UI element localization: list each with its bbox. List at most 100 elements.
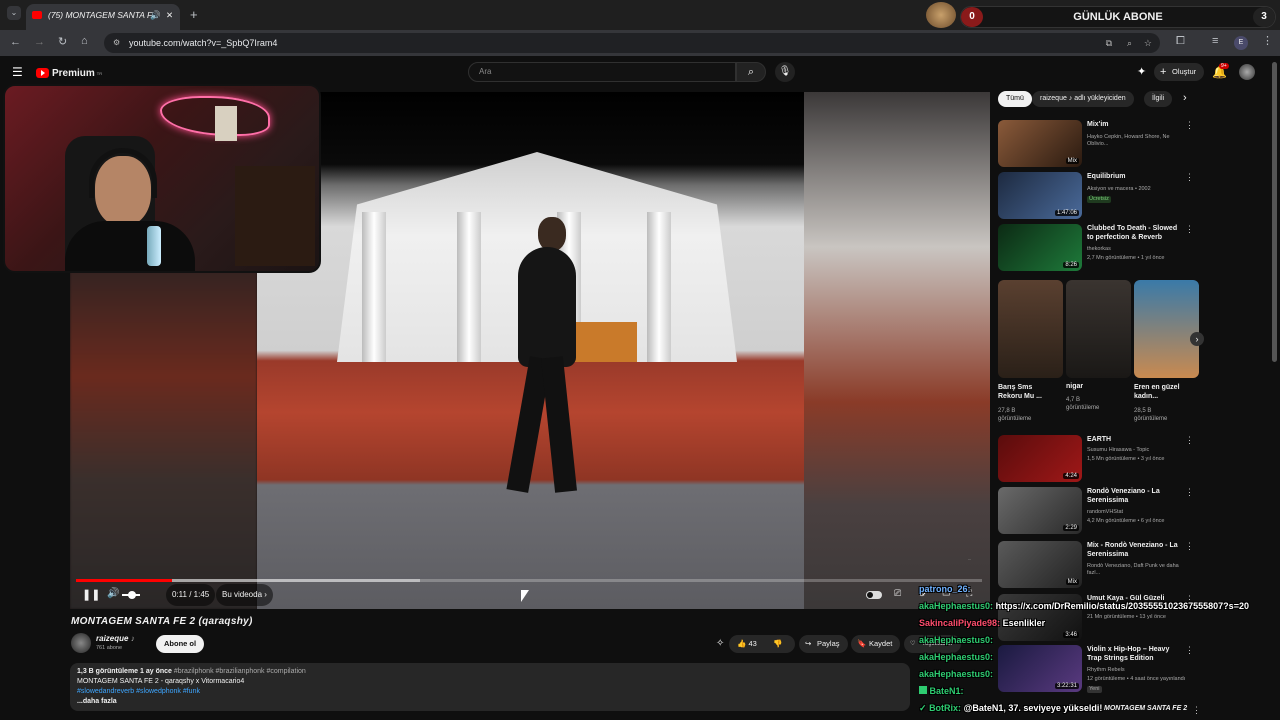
recommendation-item[interactable]: 4:24 EARTH Susumu Hirasawa - Topic 1,5 M… (998, 435, 1194, 483)
save-button[interactable]: 🔖 Kaydet (851, 635, 901, 653)
video-title: Mix - Rondò Veneziano - La Serenissima (1087, 542, 1178, 558)
video-meta: 1,5 Mn görüntüleme • 3 yıl önce (1087, 456, 1165, 462)
duration-badge: 8:26 (1063, 262, 1079, 268)
create-button[interactable]: + Oluştur (1154, 63, 1205, 81)
forward-icon[interactable]: → (34, 37, 45, 48)
autoplay-toggle[interactable] (866, 591, 882, 599)
more-options-icon[interactable]: ⋮ (1185, 224, 1194, 235)
desc-text: MONTAGEM SANTA FE 2 - qaraqshy x Vitorma… (77, 678, 245, 685)
reading-list-icon[interactable]: ≡ (1212, 36, 1218, 47)
more-options-icon[interactable]: ⋮ (1185, 120, 1194, 131)
video-title: Rondò Veneziano - La Serenissima (1087, 488, 1160, 504)
zoom-icon[interactable]: ⌕ (1127, 33, 1132, 53)
webcam-overlay (3, 84, 321, 273)
new-tab-icon[interactable]: + (190, 8, 198, 21)
chip-all[interactable]: Tümü (998, 91, 1032, 107)
back-icon[interactable]: ← (10, 37, 21, 48)
search-button[interactable]: ⌕ (736, 62, 766, 82)
ai-sparkle-icon[interactable]: ✧ (716, 638, 724, 649)
recommendation-item[interactable]: 2:29 Rondò Veneziano - La Serenissima ra… (998, 487, 1194, 535)
shelf (235, 166, 315, 266)
voice-search-button[interactable]: 🎙 (775, 62, 795, 82)
extensions-icon[interactable]: ⧠ (1176, 36, 1185, 47)
more-options-icon[interactable]: ⋮ (1185, 172, 1194, 183)
short-thumbnail[interactable] (1066, 280, 1131, 378)
channel-name[interactable]: raizeque ♪ (96, 634, 135, 643)
reload-icon[interactable]: ↻ (58, 37, 67, 48)
browser-tab[interactable]: (75) MONTAGEM SANTA F 🔊 ✕ (26, 4, 180, 30)
more-options-icon[interactable]: ⋮ (1185, 487, 1194, 498)
recommendation-item[interactable]: 3:22:31 Violin x Hip-Hop – Heavy Trap St… (998, 645, 1194, 693)
video-thumbnail[interactable]: 2:29 (998, 487, 1082, 534)
video-thumbnail[interactable]: Mix (998, 120, 1082, 167)
bookmark-star-icon[interactable]: ☆ (1144, 33, 1152, 53)
subscribe-button[interactable]: Abone ol (156, 635, 205, 653)
column (362, 212, 386, 362)
profile-avatar[interactable]: E (1234, 36, 1248, 50)
video-thumbnail[interactable]: 8:26 (998, 224, 1082, 271)
tab-audio-icon[interactable]: 🔊 (150, 4, 161, 26)
share-button[interactable]: ↪ Paylaş (799, 635, 848, 653)
video-thumbnail[interactable]: Mix (998, 541, 1082, 588)
goal-label: GÜNLÜK ABONE (1073, 11, 1163, 23)
video-channel: Rondò Veneziano, Daft Punk ve daha fazl.… (1087, 563, 1179, 576)
recommendation-item[interactable]: 8:26 Clubbed To Death - Slowed to perfec… (998, 224, 1194, 272)
video-thumbnail[interactable]: 3:22:31 (998, 645, 1082, 692)
tab-list-icon[interactable]: ⌄ (7, 6, 21, 20)
recommendation-item[interactable]: Mix Mix'im Hayko Cepkin, Howard Shore, N… (998, 120, 1194, 168)
tab-close-icon[interactable]: ✕ (166, 4, 173, 26)
next-item-title[interactable]: MONTAGEM SANTA FE 2 (1104, 705, 1187, 712)
browser-menu-icon[interactable]: ⋮ (1262, 36, 1273, 47)
chapter-button[interactable]: Bu videoda › (216, 584, 273, 606)
hamburger-menu-icon[interactable]: ☰ (12, 66, 23, 78)
address-bar[interactable]: ⚙ youtube.com/watch?v=_SpbQ7Iram4 ⧉ ⌕ ☆ (104, 33, 1160, 53)
video-meta: 4,2 Mn görüntüleme • 6 yıl önce (1087, 518, 1165, 524)
short-thumbnail[interactable] (998, 280, 1063, 378)
more-options-icon[interactable]: ⋮ (1185, 645, 1194, 656)
chips-next-icon[interactable]: › (1183, 92, 1187, 104)
chat-message: SakincaliPiyade98: Esenlikler (919, 618, 1045, 628)
more-options-icon[interactable]: ⋮ (1192, 705, 1201, 716)
time-display: 0:11 / 1:45 (166, 584, 216, 606)
more-options-icon[interactable]: ⋮ (1185, 435, 1194, 446)
home-icon[interactable]: ⌂ (81, 36, 88, 47)
recommendation-item[interactable]: Mix Mix - Rondò Veneziano - La Serenissi… (998, 541, 1194, 589)
account-avatar[interactable] (1239, 64, 1255, 80)
video-thumbnail[interactable]: 1:47:06 (998, 172, 1082, 219)
search-input[interactable]: Ara (468, 62, 736, 82)
chat-message: akaHephaestus0: (919, 652, 993, 662)
short-thumbnail[interactable] (1134, 280, 1199, 378)
chip-uploader[interactable]: raizeque ♪ adlı yükleyiciden (1032, 91, 1134, 107)
chat-user: akaHephaestus0: (919, 652, 994, 662)
volume-icon[interactable]: 🔊 (107, 588, 119, 599)
chat-message: akaHephaestus0: (919, 669, 993, 679)
like-button[interactable]: 👍 43 (737, 635, 757, 653)
subtitles-icon[interactable]: ⎚ (894, 588, 901, 599)
desc-hashtags-2[interactable]: #slowedandreverb #slowedphonk #funk (77, 687, 903, 697)
short-views: 4,7 B görüntüleme (1066, 397, 1100, 411)
description-box[interactable]: 1,3 B görüntüleme 1 ay önce #brazilphonk… (70, 663, 910, 711)
channel-avatar[interactable] (71, 633, 91, 653)
install-icon[interactable]: ⧉ (1106, 33, 1112, 53)
right-count-badge: 3 (1253, 7, 1275, 27)
url-text: youtube.com/watch?v=_SpbQ7Iram4 (129, 38, 278, 48)
page-scrollbar[interactable] (1272, 62, 1277, 362)
create-shorts-icon[interactable]: ✦ (1137, 67, 1146, 78)
shorts-next-icon[interactable]: › (1190, 332, 1204, 346)
dislike-button[interactable]: 👎 (773, 635, 782, 653)
volume-slider[interactable] (122, 591, 140, 599)
pause-icon[interactable]: ❚❚ (82, 588, 100, 601)
show-more-link[interactable]: ...daha fazla (77, 697, 903, 707)
more-options-icon[interactable]: ⋮ (1185, 541, 1194, 552)
short-views: 28,5 B görüntüleme (1134, 408, 1168, 422)
progress-bar[interactable] (76, 579, 982, 582)
video-title: Equilibrium (1087, 173, 1126, 180)
chip-related[interactable]: İlgili (1144, 91, 1173, 107)
site-info-icon[interactable]: ⚙ (113, 33, 120, 53)
recommendation-item[interactable]: 1:47:06 Equilibrium Aksiyon ve macera • … (998, 172, 1194, 220)
youtube-logo[interactable]: Premium TR (36, 66, 102, 80)
video-thumbnail[interactable]: 4:24 (998, 435, 1082, 482)
chat-user: akaHephaestus0: (919, 635, 994, 645)
chapter-label: Bu videoda (222, 590, 263, 599)
column (457, 212, 481, 362)
